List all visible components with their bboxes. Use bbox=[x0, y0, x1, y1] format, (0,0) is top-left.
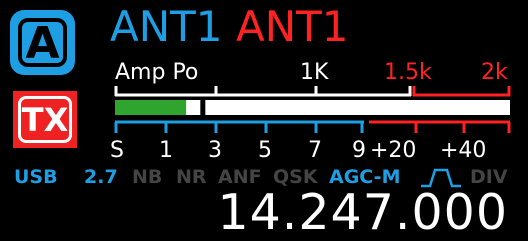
nb-toggle[interactable]: NB bbox=[132, 168, 162, 187]
mode-label[interactable]: USB bbox=[14, 168, 58, 187]
scale-label-5: 5 bbox=[258, 138, 272, 163]
power-scale bbox=[114, 86, 511, 97]
meter-peak-marker bbox=[200, 100, 206, 115]
frequency-display[interactable]: 14.247.000 bbox=[217, 188, 508, 237]
s-scale bbox=[114, 120, 511, 133]
scale-label-plus20: +20 bbox=[370, 138, 417, 163]
nr-toggle[interactable]: NR bbox=[176, 168, 207, 187]
scale-label-3: 3 bbox=[208, 138, 222, 163]
scale-label-s: S bbox=[110, 138, 124, 163]
bandwidth-label[interactable]: 2.7 bbox=[84, 168, 118, 187]
meter-bar-fill bbox=[115, 100, 187, 115]
scale-label-plus40: +40 bbox=[440, 138, 487, 163]
scale-label-1: 1 bbox=[159, 138, 173, 163]
scale-label-7: 7 bbox=[308, 138, 322, 163]
scale-label-9: 9 bbox=[352, 138, 366, 163]
